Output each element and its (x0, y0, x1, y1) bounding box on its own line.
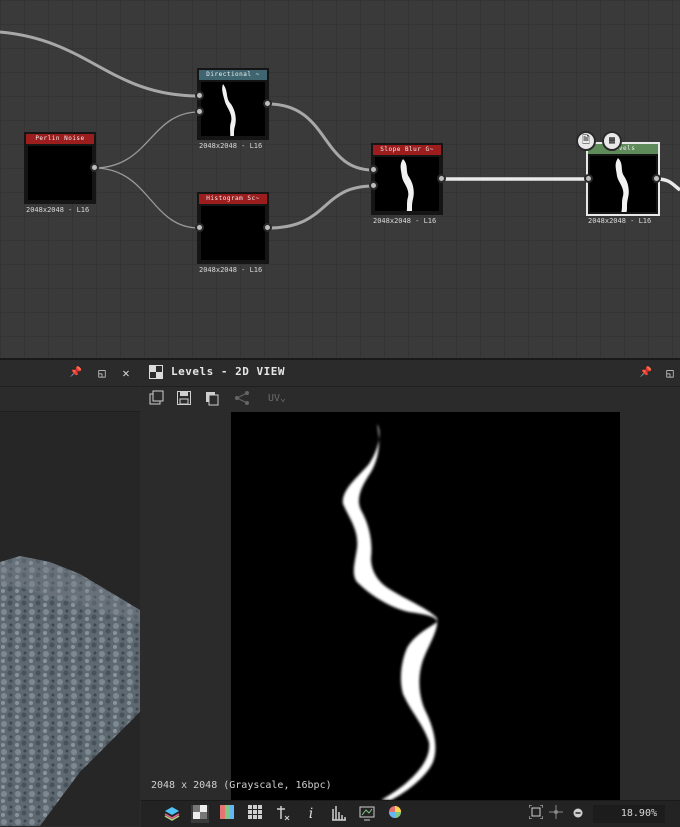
input-port[interactable] (369, 181, 378, 190)
export-icon[interactable] (147, 390, 165, 408)
graph-wires (0, 30, 680, 230)
output-port[interactable] (652, 174, 661, 183)
info-icon[interactable]: i (302, 805, 320, 823)
close-icon[interactable]: ✕ (118, 365, 134, 381)
input-port[interactable] (584, 174, 593, 183)
output-port[interactable] (263, 223, 272, 232)
node-thumbnail (201, 206, 265, 260)
zoom-level-field[interactable]: 18.90% (593, 805, 665, 823)
node-thumbnail (590, 156, 656, 212)
node-slope-blur[interactable]: Slope Blur G~ (371, 143, 443, 215)
3d-terrain-render (0, 556, 140, 826)
node-title: Directional ~ (199, 70, 267, 80)
output-port[interactable] (90, 163, 99, 172)
image-info: 2048 x 2048 (Grayscale, 16bpc) (151, 780, 332, 791)
checker-icon[interactable]: ▦ (602, 131, 622, 151)
node-title: Levels (588, 144, 658, 154)
fit-view-icon[interactable] (527, 804, 545, 823)
node-title: Slope Blur G~ (373, 145, 441, 155)
texture-preview (231, 412, 620, 800)
share-icon[interactable] (233, 390, 251, 408)
2d-view-titlebar: Levels - 2D VIEW 📌 ◱ (141, 360, 680, 387)
node-histogram-scan[interactable]: Histogram Sc~ (197, 192, 269, 264)
checker-icon (148, 365, 164, 381)
node-size-label: 2048x2048 - L16 (588, 217, 652, 225)
pan-icon[interactable] (547, 805, 565, 823)
document-icon[interactable]: 🗎 (576, 131, 596, 151)
node-graph[interactable]: Perlin Noise 2048x2048 - L16 Directional… (0, 0, 680, 358)
input-port[interactable] (195, 223, 204, 232)
node-size-label: 2048x2048 - L16 (373, 217, 437, 225)
node-thumbnail (201, 82, 265, 136)
node-size-label: 2048x2048 - L16 (26, 206, 90, 214)
2d-view-bottombar: i 18.90% (141, 800, 680, 827)
input-port[interactable] (195, 91, 204, 100)
3d-view-titlebar: 📌 ◱ ✕ (0, 360, 140, 387)
node-perlin-noise[interactable]: Perlin Noise (24, 132, 96, 204)
float-panel-icon[interactable]: ◱ (662, 365, 678, 381)
node-size-label: 2048x2048 - L16 (199, 142, 263, 150)
panel-title: Levels - 2D VIEW (171, 365, 285, 378)
output-port[interactable] (437, 174, 446, 183)
3d-view-panel: 📌 ◱ ✕ (0, 360, 140, 826)
node-thumbnail (28, 146, 92, 200)
node-title: Perlin Noise (26, 134, 94, 144)
output-port[interactable] (263, 99, 272, 108)
2d-view-toolbar: UV⌄ (141, 387, 680, 411)
pin-icon[interactable]: 📌 (638, 365, 654, 381)
color-channel-icon[interactable] (218, 805, 236, 823)
save-icon[interactable] (175, 390, 193, 408)
tiling-grid-icon[interactable] (246, 805, 264, 823)
node-levels[interactable]: Levels (586, 142, 660, 216)
float-panel-icon[interactable]: ◱ (94, 365, 110, 381)
color-wheel-icon[interactable] (386, 805, 404, 823)
crack-mask-shape (342, 424, 438, 800)
node-thumbnail (375, 157, 439, 211)
zoom-out-icon[interactable] (569, 805, 587, 823)
pin-icon[interactable]: 📌 (68, 365, 84, 381)
layers-icon[interactable] (163, 805, 181, 823)
input-port[interactable] (195, 107, 204, 116)
node-title: Histogram Sc~ (199, 194, 267, 204)
node-directional[interactable]: Directional ~ (197, 68, 269, 140)
uv-dropdown[interactable]: UV⌄ (263, 390, 291, 408)
2d-view-panel: Levels - 2D VIEW 📌 ◱ UV⌄ 2048 x 2048 (Gr… (141, 360, 680, 827)
copy-icon[interactable] (203, 390, 221, 408)
2d-viewport[interactable]: 2048 x 2048 (Grayscale, 16bpc) (141, 412, 680, 800)
node-size-label: 2048x2048 - L16 (199, 266, 263, 274)
3d-view-toolbar (0, 387, 140, 412)
histogram-icon[interactable] (330, 805, 348, 823)
3d-viewport[interactable] (0, 412, 140, 826)
display-settings-icon[interactable] (358, 805, 376, 823)
measure-tool-icon[interactable] (274, 805, 292, 823)
input-port[interactable] (369, 165, 378, 174)
checker-background-icon[interactable] (191, 805, 209, 823)
